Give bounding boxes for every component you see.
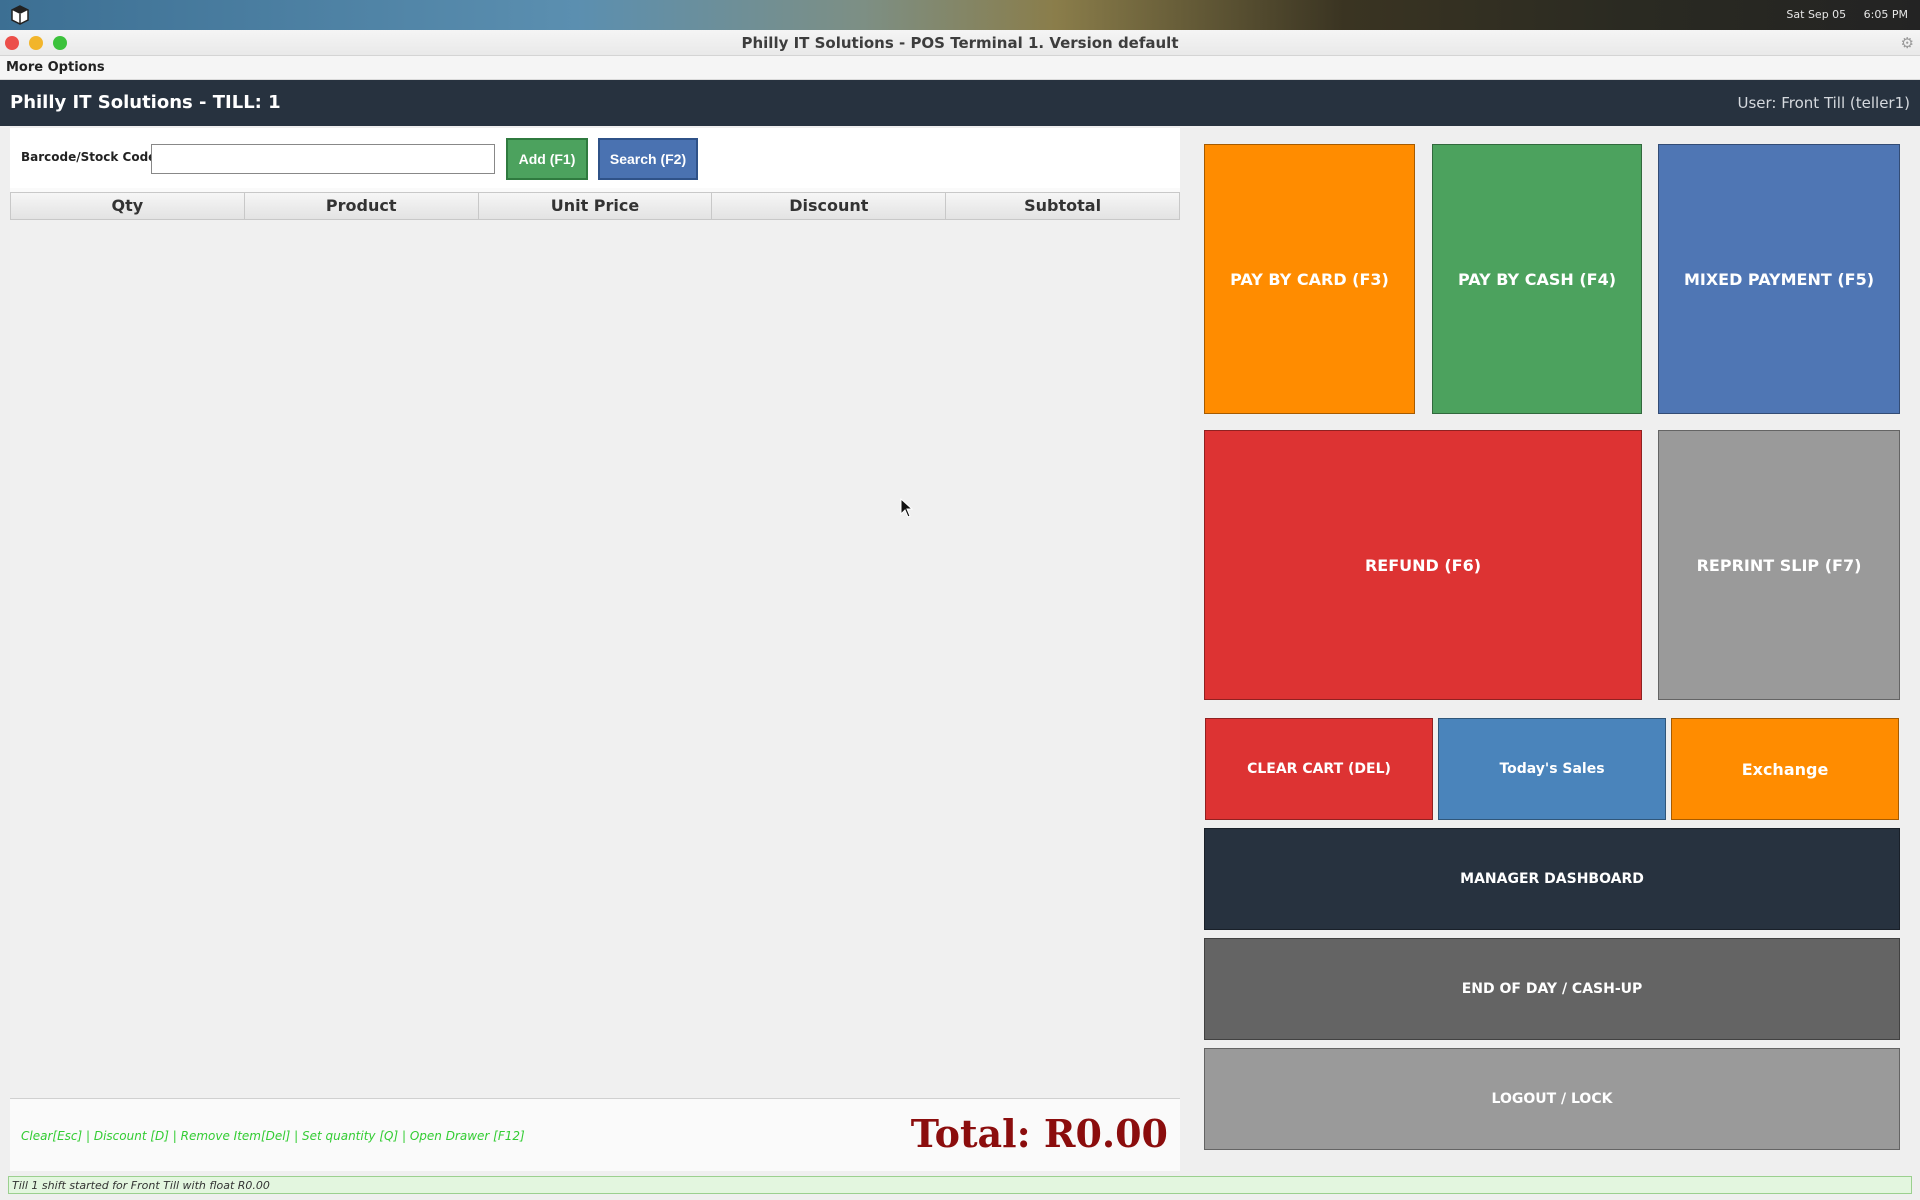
- add-button[interactable]: Add (F1): [506, 138, 588, 180]
- menu-bar: More Options: [0, 56, 1920, 80]
- cart-table-body[interactable]: [10, 220, 1180, 1098]
- cart-total: Total: R0.00: [910, 1111, 1168, 1156]
- refund-button[interactable]: REFUND (F6): [1204, 430, 1642, 700]
- desktop-top-bar: Sat Sep 05 6:05 PM: [0, 0, 1920, 30]
- end-of-day-button[interactable]: END OF DAY / CASH-UP: [1204, 938, 1900, 1040]
- gear-icon[interactable]: ⚙: [1901, 34, 1914, 52]
- app-launcher-icon[interactable]: [10, 5, 30, 25]
- cart-panel: Barcode/Stock Code: Add (F1) Search (F2)…: [10, 128, 1180, 1171]
- cart-footer: Clear[Esc] | Discount [D] | Remove Item[…: [10, 1098, 1180, 1168]
- barcode-input[interactable]: [151, 144, 495, 174]
- status-bar: Till 1 shift started for Front Till with…: [8, 1176, 1912, 1194]
- column-header-product[interactable]: Product: [245, 193, 479, 219]
- page-title: Philly IT Solutions - TILL: 1: [10, 92, 281, 113]
- column-header-subtotal[interactable]: Subtotal: [946, 193, 1179, 219]
- window-title: Philly IT Solutions - POS Terminal 1. Ve…: [741, 34, 1179, 52]
- search-button[interactable]: Search (F2): [598, 138, 698, 180]
- mixed-payment-button[interactable]: MIXED PAYMENT (F5): [1658, 144, 1900, 414]
- reprint-slip-button[interactable]: REPRINT SLIP (F7): [1658, 430, 1900, 700]
- clock-date: Sat Sep 05: [1786, 8, 1847, 21]
- pay-by-card-button[interactable]: PAY BY CARD (F3): [1204, 144, 1415, 414]
- column-header-unit-price[interactable]: Unit Price: [479, 193, 713, 219]
- pay-by-cash-button[interactable]: PAY BY CASH (F4): [1432, 144, 1642, 414]
- todays-sales-button[interactable]: Today's Sales: [1438, 718, 1666, 820]
- window-titlebar: Philly IT Solutions - POS Terminal 1. Ve…: [0, 30, 1920, 56]
- barcode-entry-row: Barcode/Stock Code: Add (F1) Search (F2): [10, 128, 1180, 188]
- clock-time: 6:05 PM: [1863, 8, 1908, 21]
- app-header: Philly IT Solutions - TILL: 1 User: Fron…: [0, 80, 1920, 126]
- cart-table-header: Qty Product Unit Price Discount Subtotal: [10, 192, 1180, 220]
- column-header-discount[interactable]: Discount: [712, 193, 947, 219]
- status-message: Till 1 shift started for Front Till with…: [12, 1179, 270, 1192]
- system-clock[interactable]: Sat Sep 05 6:05 PM: [1772, 8, 1908, 21]
- menu-more-options[interactable]: More Options: [6, 60, 105, 75]
- exchange-button[interactable]: Exchange: [1671, 718, 1899, 820]
- barcode-label: Barcode/Stock Code:: [21, 150, 162, 164]
- column-header-qty[interactable]: Qty: [11, 193, 245, 219]
- mouse-cursor-icon: [900, 498, 914, 518]
- action-panel: PAY BY CARD (F3) PAY BY CASH (F4) MIXED …: [1184, 128, 1920, 1171]
- manager-dashboard-button[interactable]: MANAGER DASHBOARD: [1204, 828, 1900, 930]
- clear-cart-button[interactable]: CLEAR CART (DEL): [1205, 718, 1433, 820]
- keyboard-shortcuts-hint: Clear[Esc] | Discount [D] | Remove Item[…: [21, 1129, 525, 1143]
- logout-lock-button[interactable]: LOGOUT / LOCK: [1204, 1048, 1900, 1150]
- current-user-label: User: Front Till (teller1): [1737, 94, 1910, 112]
